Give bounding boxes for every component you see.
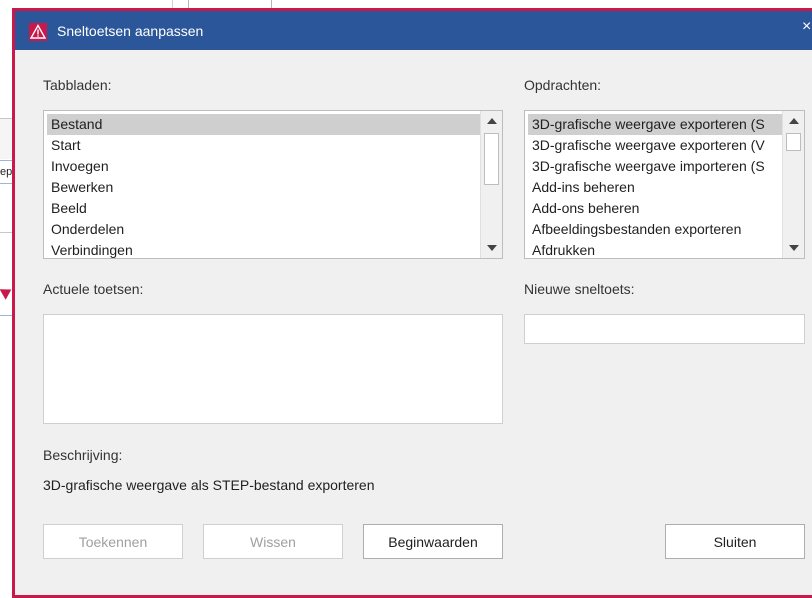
arrow-down-icon xyxy=(486,245,497,251)
opdrachten-list-item[interactable]: Afdrukken xyxy=(528,240,782,258)
scroll-down-button[interactable] xyxy=(481,238,502,258)
tabbladen-list-item[interactable]: Start xyxy=(47,135,480,156)
opdrachten-list-item[interactable]: 3D-grafische weergave importeren (S xyxy=(528,156,782,177)
arrow-down-icon xyxy=(788,245,799,251)
nieuwe-sneltoets-label: Nieuwe sneltoets: xyxy=(524,281,635,297)
tabbladen-list-item[interactable]: Bewerken xyxy=(47,177,480,198)
tabbladen-list-item[interactable]: Verbindingen xyxy=(47,240,480,258)
opdrachten-list-item[interactable]: Afbeeldingsbestanden exporteren xyxy=(528,219,782,240)
sluiten-button[interactable]: Sluiten xyxy=(665,524,805,559)
beschrijving-text: 3D-grafische weergave als STEP-bestand e… xyxy=(43,477,375,493)
arrow-up-icon xyxy=(788,118,799,124)
scroll-thumb[interactable] xyxy=(484,133,499,185)
background-divider xyxy=(172,0,173,8)
tabbladen-scrollbar[interactable] xyxy=(480,111,502,258)
close-icon[interactable]: × xyxy=(802,18,811,36)
tabbladen-list-item[interactable]: Onderdelen xyxy=(47,219,480,240)
tabbladen-items: Bestand Start Invoegen Bewerken Beeld Onderde… xyxy=(47,114,480,258)
warning-triangle-icon xyxy=(29,23,47,41)
nieuwe-sneltoets-input[interactable] xyxy=(524,314,805,344)
background-divider-line xyxy=(0,232,12,233)
scroll-thumb[interactable] xyxy=(786,133,801,151)
scroll-up-button[interactable] xyxy=(481,111,502,131)
opdrachten-list-item[interactable]: Add-ons beheren xyxy=(528,198,782,219)
beginwaarden-button[interactable]: Beginwaarden xyxy=(363,524,503,559)
tabbladen-list-item[interactable]: Invoegen xyxy=(47,156,480,177)
opdrachten-list-item[interactable]: 3D-grafische weergave exporteren (S xyxy=(528,114,782,135)
toekennen-button[interactable]: Toekennen xyxy=(43,524,183,559)
background-panel xyxy=(0,118,12,159)
actuele-toetsen-label: Actuele toetsen: xyxy=(43,281,144,297)
scroll-down-button[interactable] xyxy=(783,238,804,258)
wissen-button[interactable]: Wissen xyxy=(203,524,343,559)
tabbladen-list-item[interactable]: Bestand xyxy=(47,114,480,135)
beschrijving-label: Beschrijving: xyxy=(43,447,123,463)
opdrachten-list-item[interactable]: 3D-grafische weergave exporteren (V xyxy=(528,135,782,156)
tabbladen-list-item[interactable]: Beeld xyxy=(47,198,480,219)
background-tab xyxy=(188,0,272,8)
arrow-up-icon xyxy=(486,118,497,124)
opdrachten-listbox[interactable]: 3D-grafische weergave exporteren (S 3D-gr… xyxy=(524,110,805,259)
tabbladen-label: Tabbladen: xyxy=(43,77,112,93)
actuele-toetsen-list[interactable] xyxy=(43,314,503,424)
scroll-up-button[interactable] xyxy=(783,111,804,131)
opdrachten-label: Opdrachten: xyxy=(524,77,602,93)
dialog-titlebar: Sneltoetsen aanpassen × xyxy=(15,11,812,50)
opdrachten-scrollbar[interactable] xyxy=(782,111,804,258)
shortcut-dialog: Sneltoetsen aanpassen × Tabbladen: Besta… xyxy=(12,8,812,598)
tabbladen-listbox[interactable]: Bestand Start Invoegen Bewerken Beeld Onderde… xyxy=(43,110,503,259)
background-divider-line xyxy=(0,315,12,316)
dialog-title: Sneltoetsen aanpassen xyxy=(57,23,204,39)
opdrachten-items: 3D-grafische weergave exporteren (S 3D-gr… xyxy=(528,114,782,258)
opdrachten-list-item[interactable]: Add-ins beheren xyxy=(528,177,782,198)
